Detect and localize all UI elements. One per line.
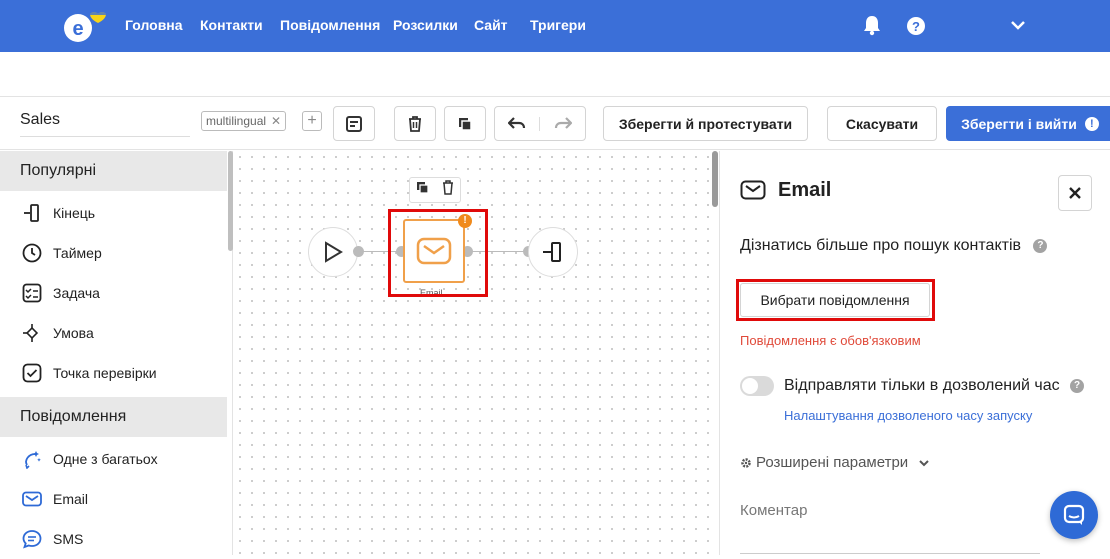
- redo-icon[interactable]: [540, 116, 585, 131]
- timer-icon: [21, 242, 43, 264]
- copy-button[interactable]: [444, 106, 486, 141]
- undo-icon[interactable]: [495, 116, 540, 131]
- end-node[interactable]: [528, 227, 578, 277]
- delete-node-icon[interactable]: [441, 180, 455, 200]
- email-settings-panel: Email Дізнатись більше про пошук контакт…: [719, 151, 1110, 555]
- flow-canvas[interactable]: ! Email: [234, 151, 718, 555]
- block-condition[interactable]: Умова: [0, 313, 227, 353]
- block-timer[interactable]: Таймер: [0, 233, 227, 273]
- block-checkpoint[interactable]: Точка перевірки: [0, 353, 227, 393]
- save-and-exit-label: Зберегти і вийти: [961, 115, 1077, 132]
- flow-name-input[interactable]: Sales: [20, 111, 190, 137]
- email-node-highlight: [388, 209, 488, 297]
- bell-icon[interactable]: [862, 14, 882, 41]
- close-icon: [1069, 187, 1081, 199]
- add-tag-button[interactable]: +: [302, 111, 322, 131]
- svg-text:?: ?: [912, 19, 920, 34]
- block-email-label: Email: [53, 491, 89, 507]
- help-icon[interactable]: ?: [1070, 378, 1085, 393]
- gear-icon: [741, 457, 751, 468]
- comment-input[interactable]: [740, 553, 1040, 554]
- nav-contacts[interactable]: Контакти: [200, 17, 263, 33]
- block-end[interactable]: Кінець: [0, 193, 227, 233]
- required-message: Повідомлення є обов'язковим: [740, 333, 921, 348]
- cancel-button[interactable]: Скасувати: [827, 106, 937, 141]
- end-icon: [543, 242, 561, 262]
- block-task-label: Задача: [53, 285, 100, 301]
- block-sms[interactable]: SMS: [0, 519, 227, 559]
- nav-messages[interactable]: Повідомлення: [280, 17, 380, 33]
- connector-dot[interactable]: [353, 246, 364, 257]
- choose-message-highlight: [736, 279, 935, 321]
- close-button[interactable]: [1058, 175, 1092, 211]
- tag-remove-icon[interactable]: ✕: [271, 114, 281, 128]
- end-icon: [21, 202, 43, 224]
- info-icon: !: [1084, 116, 1099, 131]
- block-condition-label: Умова: [53, 325, 94, 341]
- sms-icon: [21, 528, 43, 550]
- block-end-label: Кінець: [53, 205, 96, 221]
- node-actions: [409, 177, 461, 203]
- sidebar-scrollbar[interactable]: [228, 151, 233, 251]
- advanced-settings-label: Розширені параметри: [756, 454, 909, 471]
- note-icon: [346, 115, 362, 132]
- block-checkpoint-label: Точка перевірки: [53, 365, 157, 381]
- tag-chip[interactable]: multilingual ✕: [201, 111, 287, 131]
- allowed-time-settings-link[interactable]: Налаштування дозволеного часу запуску: [784, 408, 1032, 423]
- undo-redo-group: [494, 106, 586, 141]
- start-node[interactable]: [308, 227, 358, 277]
- learn-more-text[interactable]: Дізнатись більше про пошук контактів ?: [740, 237, 1048, 255]
- nav-campaigns[interactable]: Розсилки: [393, 17, 458, 33]
- play-icon: [325, 241, 343, 263]
- block-one-of-many[interactable]: Одне з багатьох: [0, 439, 227, 479]
- advanced-settings-toggle[interactable]: Розширені параметри: [740, 454, 930, 471]
- sparkle-icon: [21, 448, 43, 470]
- copy-icon: [459, 117, 472, 131]
- tag-label: multilingual: [206, 114, 267, 128]
- comment-label: Коментар: [740, 502, 808, 519]
- envelope-icon: [740, 180, 766, 205]
- editor-toolbar: Sales multilingual ✕ + Зберегти й протест…: [0, 96, 1110, 150]
- section-popular: Популярні: [0, 151, 227, 191]
- nav-triggers[interactable]: Тригери: [530, 17, 586, 33]
- condition-icon: [21, 322, 43, 344]
- chevron-down-icon: [919, 459, 929, 466]
- help-icon[interactable]: ?: [1033, 238, 1048, 253]
- block-task[interactable]: Задача: [0, 273, 227, 313]
- save-and-test-button[interactable]: Зберегти й протестувати: [603, 106, 808, 141]
- block-timer-label: Таймер: [53, 245, 102, 261]
- chat-icon: [1063, 504, 1085, 525]
- help-icon[interactable]: ?: [906, 16, 926, 41]
- chevron-down-icon[interactable]: [1010, 18, 1026, 36]
- logo[interactable]: e: [60, 8, 108, 44]
- envelope-icon: [21, 488, 43, 510]
- section-messages: Повідомлення: [0, 397, 227, 437]
- block-one-of-many-label: Одне з багатьох: [53, 451, 158, 467]
- trash-icon: [409, 115, 421, 132]
- task-icon: [21, 282, 43, 304]
- chat-button[interactable]: [1050, 491, 1098, 539]
- checkpoint-icon: [21, 362, 43, 384]
- block-sms-label: SMS: [53, 531, 84, 547]
- top-navigation: e Головна Контакти Повідомлення Розсилки…: [0, 0, 1110, 52]
- delete-button[interactable]: [394, 106, 436, 141]
- send-in-allowed-time-toggle[interactable]: [740, 376, 774, 396]
- nav-home[interactable]: Головна: [125, 17, 183, 33]
- blocks-sidebar: Популярні Кінець Таймер Задача Умова Точ…: [0, 151, 233, 555]
- panel-title: Email: [778, 179, 832, 201]
- notes-button[interactable]: [333, 106, 375, 141]
- canvas-scrollbar[interactable]: [712, 151, 718, 207]
- nav-site[interactable]: Сайт: [474, 17, 508, 33]
- svg-text:e: e: [72, 18, 83, 40]
- toggle-label: Відправляти тільки в дозволений час ?: [784, 377, 1085, 395]
- learn-more-label: Дізнатись більше про пошук контактів: [740, 237, 1021, 254]
- toggle-label-text: Відправляти тільки в дозволений час: [784, 377, 1060, 394]
- block-email[interactable]: Email: [0, 479, 227, 519]
- copy-node-icon[interactable]: [416, 181, 430, 200]
- save-and-exit-button[interactable]: Зберегти і вийти !: [946, 106, 1110, 141]
